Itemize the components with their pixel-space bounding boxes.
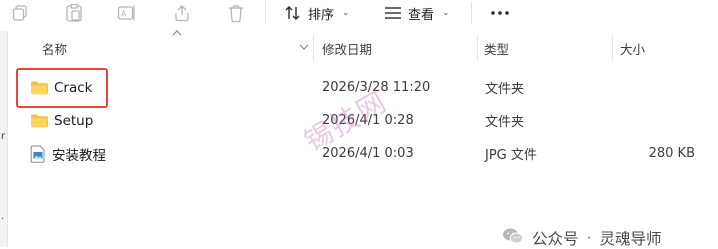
image-file-icon: [30, 145, 46, 163]
file-row[interactable]: 安装教程 2026/4/1 0:03 JPG 文件 280 KB: [9, 137, 718, 170]
nav-glyph: ·: [1, 214, 5, 225]
command-bar: A 排序 ⌄ 查看 ⌄: [0, 0, 718, 30]
svg-text:A: A: [121, 10, 127, 19]
view-button[interactable]: 查看 ⌄: [384, 0, 450, 26]
chevron-down-icon: ⌄: [342, 8, 350, 18]
file-type: 文件夹: [485, 115, 525, 130]
file-size: 280 KB: [648, 146, 695, 161]
file-name: 安装教程: [52, 147, 106, 164]
chevron-down-icon[interactable]: [299, 44, 309, 50]
file-name-cell[interactable]: 安装教程: [30, 137, 106, 170]
sort-ascending-icon: [172, 30, 182, 36]
view-icon: [385, 7, 401, 19]
column-divider[interactable]: [313, 35, 314, 61]
wechat-icon: [502, 227, 524, 249]
toolbar-divider: [265, 2, 266, 24]
pane-divider: [7, 31, 8, 247]
copy-icon[interactable]: [8, 0, 32, 26]
column-header-size[interactable]: 大小: [620, 31, 645, 65]
sort-icon: [285, 6, 300, 20]
brand-separator: ·: [586, 229, 592, 247]
paste-icon[interactable]: [62, 0, 86, 26]
column-header-modified[interactable]: 修改日期: [322, 31, 372, 65]
column-header-name[interactable]: 名称: [42, 31, 67, 65]
more-options-icon[interactable]: [487, 0, 513, 26]
sort-label: 排序: [308, 7, 335, 23]
column-divider[interactable]: [612, 35, 613, 61]
view-label: 查看: [408, 7, 435, 23]
column-header-type[interactable]: 类型: [484, 31, 509, 65]
rename-icon[interactable]: A: [115, 0, 139, 26]
chevron-down-icon: ⌄: [442, 8, 450, 18]
sort-button[interactable]: 排序 ⌄: [284, 0, 350, 26]
file-size: [620, 71, 695, 104]
highlight-box: [16, 68, 108, 108]
file-type: 文件夹: [485, 82, 525, 97]
file-type: JPG 文件: [485, 148, 537, 163]
brand-label: 公众号: [532, 230, 579, 248]
delete-icon[interactable]: [224, 0, 248, 26]
column-header-row: 名称 修改日期 类型 大小: [9, 31, 718, 65]
brand-author: 灵魂导师: [599, 230, 662, 248]
nav-glyph: r: [1, 131, 6, 142]
toolbar-divider: [471, 2, 472, 24]
file-size: [620, 104, 695, 137]
wechat-brand: 公众号 · 灵魂导师: [502, 227, 661, 249]
share-icon[interactable]: [170, 0, 194, 26]
file-name-cell[interactable]: Setup: [30, 104, 93, 137]
file-name: Setup: [54, 112, 94, 129]
column-divider[interactable]: [477, 35, 478, 61]
folder-icon: [30, 113, 48, 128]
